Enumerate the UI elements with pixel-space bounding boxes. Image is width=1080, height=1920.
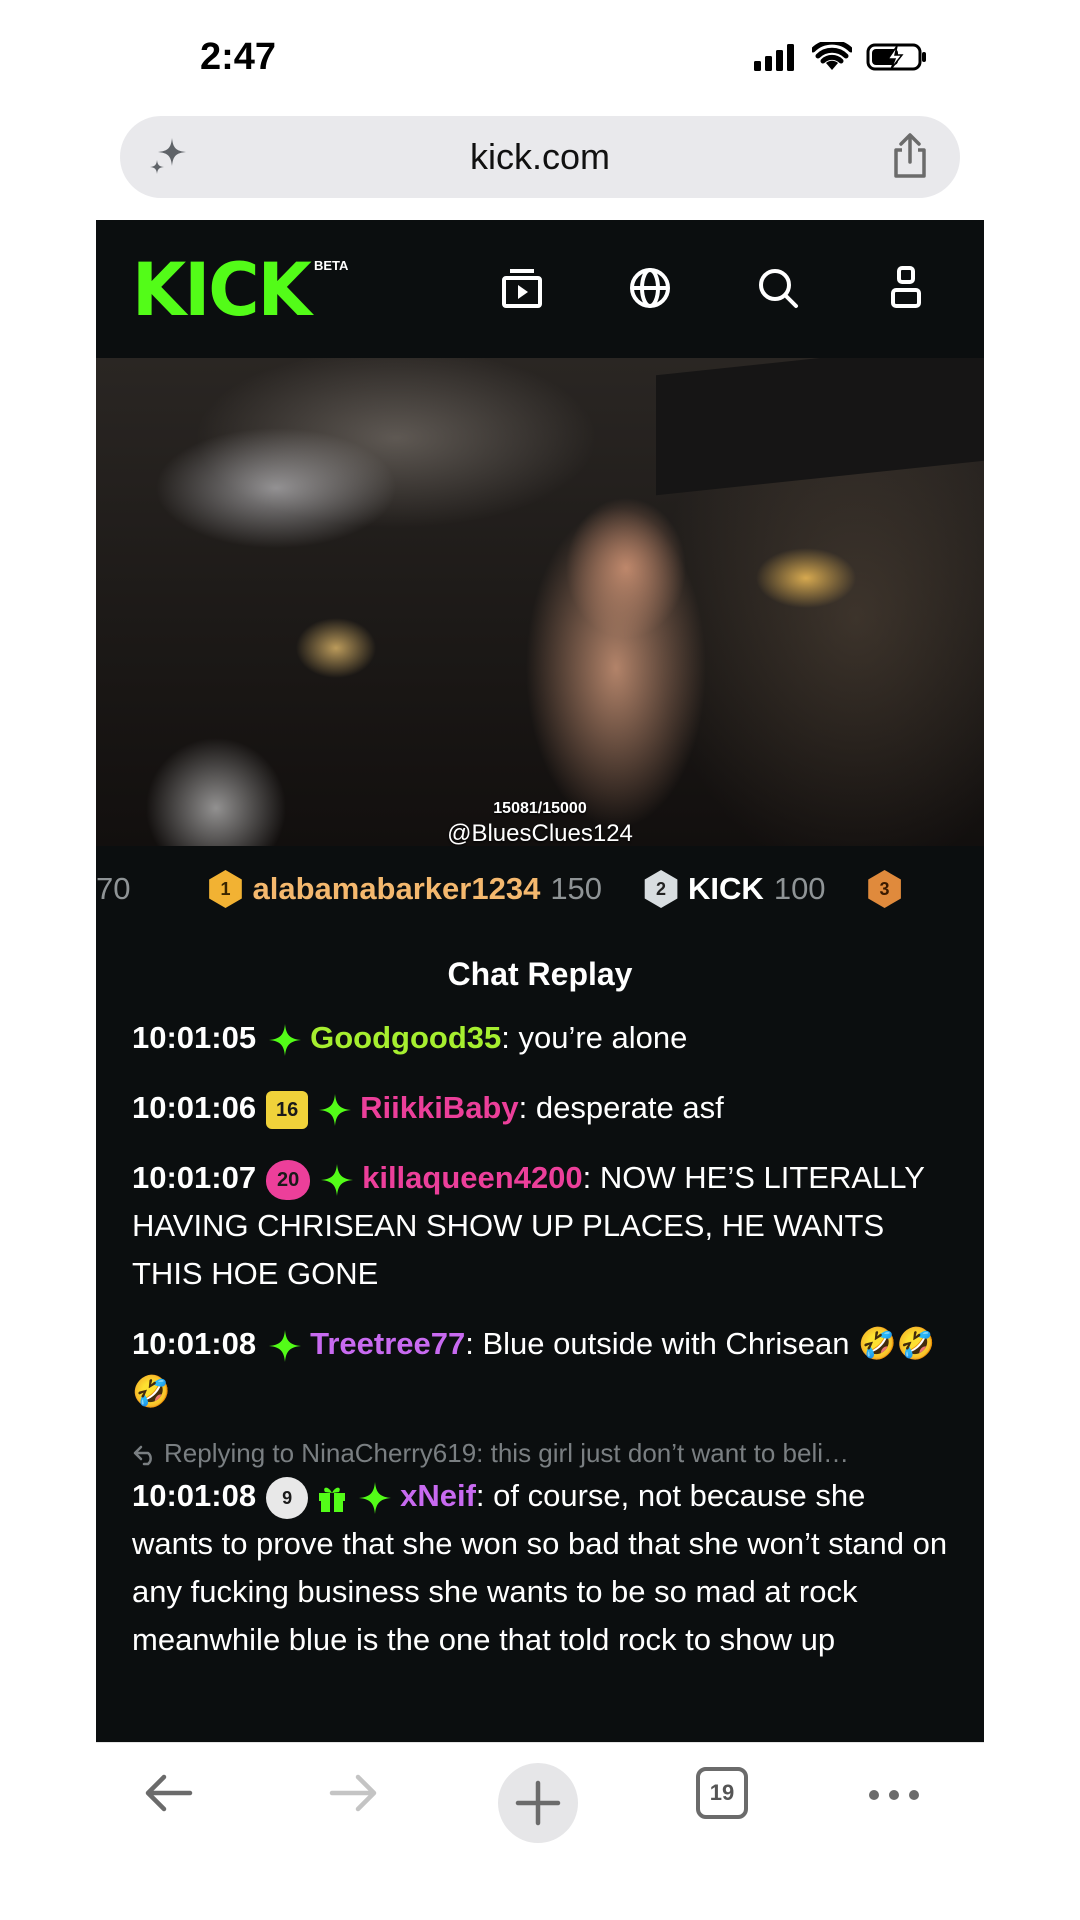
rank-badge-2: 2 (644, 870, 678, 908)
status-time: 2:47 (200, 36, 277, 78)
chat-message[interactable]: 10:01:07 20 killaqueen4200: NOW HE’S LITER… (132, 1154, 952, 1298)
user-icon[interactable] (884, 266, 928, 310)
chat-colon: : (465, 1326, 483, 1361)
chat-title: Chat Replay (447, 956, 633, 992)
cellular-signal-icon (754, 44, 794, 71)
share-icon[interactable] (888, 132, 932, 180)
chat-text: desperate asf (535, 1090, 724, 1125)
message-timestamp: 10:01:06 (132, 1090, 257, 1125)
subscriber-badge: 16 (266, 1090, 309, 1129)
chat-username[interactable]: xNeif (400, 1478, 476, 1513)
url-text[interactable]: kick.com (120, 136, 960, 178)
message-timestamp: 10:01:08 (132, 1326, 257, 1361)
header-nav (500, 266, 928, 310)
video-goal-counter: 15081/15000 (493, 800, 587, 817)
subscriber-badge: 9 (266, 1476, 309, 1519)
chat-message[interactable]: 10:01:06 16 RiikkiBaby: desperate asf (132, 1084, 952, 1132)
message-timestamp: 10:01:07 (132, 1160, 257, 1195)
verified-diamond-icon (269, 1023, 302, 1056)
kick-header: KICK BETA (96, 220, 984, 358)
chat-list[interactable]: 10:01:05 Goodgood35: you’re alone 10:01:0… (96, 1018, 984, 1742)
chat-colon: : (501, 1020, 519, 1055)
verified-diamond-icon (319, 1093, 352, 1126)
status-icons (754, 42, 928, 72)
address-bar[interactable]: kick.com (120, 116, 960, 198)
leaderboard-entry[interactable]: 1 alabamabarker1234 150 (206, 870, 602, 908)
battery-charging-icon (866, 43, 926, 71)
chat-message[interactable]: 10:01:08 Treetree77: Blue outside with Ch… (132, 1320, 952, 1416)
leaderboard-name: alabamabarker1234 (252, 871, 541, 906)
chat-username[interactable]: Treetree77 (310, 1326, 465, 1361)
verified-diamond-icon (269, 1329, 302, 1362)
leaderboard-entry[interactable]: 2 KICK 100 (642, 870, 826, 908)
leaderboard-points: 70 (96, 871, 131, 906)
chat-message[interactable]: 10:01:08 9 xNeif: of course, not because s… (132, 1472, 952, 1664)
message-timestamp: 10:01:08 (132, 1478, 257, 1513)
reply-arrow-icon (133, 1445, 152, 1466)
gift-icon (319, 1487, 346, 1512)
back-arrow-icon[interactable] (140, 1769, 196, 1817)
browser-toolbar: 19 (96, 1742, 984, 1920)
leaderboard-points: 150 (550, 871, 603, 906)
chat-colon: : (518, 1090, 536, 1125)
chat-text: you’re alone (518, 1020, 688, 1055)
status-bar: 2:47 (96, 0, 984, 110)
reply-preview-text: Replying to NinaCherry619: this girl jus… (164, 1438, 850, 1468)
rank-badge-3: 3 (868, 870, 901, 908)
chat-username[interactable]: Goodgood35 (310, 1020, 501, 1055)
search-icon[interactable] (756, 266, 800, 310)
chat-username[interactable]: RiikkiBaby (360, 1090, 519, 1125)
chat-username[interactable]: killaqueen4200 (362, 1160, 583, 1195)
more-options-icon[interactable] (866, 1787, 922, 1803)
reply-preview[interactable]: Replying to NinaCherry619: this girl jus… (132, 1438, 952, 1469)
leaderboard-partial-entry: 70 (96, 871, 130, 907)
new-tab-button[interactable] (498, 1763, 578, 1843)
globe-icon[interactable] (628, 266, 672, 310)
plus-icon (515, 1780, 561, 1826)
tabs-button[interactable]: 19 (696, 1767, 748, 1819)
video-overlay-handle: @BluesClues124 (447, 820, 633, 846)
browse-videos-icon[interactable] (500, 266, 544, 310)
chat-header: Chat Replay (96, 934, 984, 1020)
chat-colon: : (475, 1478, 494, 1513)
forward-arrow-icon[interactable] (326, 1769, 382, 1817)
phone-screen: 2:47 kick.com KICK BETA 15081/15000 @Blu… (96, 0, 984, 1920)
kick-logo[interactable]: KICK (132, 253, 312, 327)
verified-diamond-icon (359, 1481, 392, 1514)
gift-leaderboard: 70 1 alabamabarker1234 150 2 KICK 100 3 (96, 846, 984, 935)
leaderboard-name: KICK (688, 871, 764, 906)
wifi-icon (812, 42, 852, 70)
leaderboard-entry[interactable]: 3 (866, 870, 904, 908)
verified-diamond-icon (321, 1163, 354, 1196)
chat-message[interactable]: 10:01:05 Goodgood35: you’re alone (132, 1018, 952, 1062)
video-player[interactable]: 15081/15000 @BluesClues124 (96, 358, 984, 846)
chat-colon: : (582, 1160, 600, 1195)
leaderboard-points: 100 (773, 871, 826, 906)
rank-badge-1: 1 (209, 870, 242, 908)
message-timestamp: 10:01:05 (132, 1020, 257, 1055)
subscriber-badge: 20 (266, 1159, 311, 1200)
beta-label: BETA (314, 258, 349, 273)
